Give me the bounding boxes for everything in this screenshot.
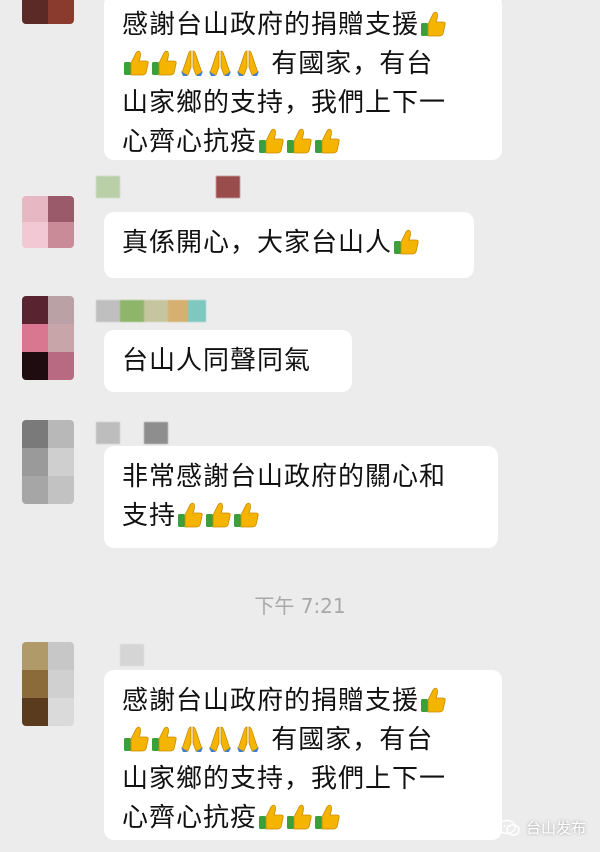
sender-name <box>96 644 144 666</box>
sender-name <box>96 422 168 444</box>
avatar[interactable] <box>22 642 74 726</box>
avatar[interactable] <box>22 196 74 248</box>
watermark: 台山发布 <box>498 817 586 838</box>
avatar[interactable] <box>22 0 74 24</box>
thumbs-up-icon <box>151 49 177 77</box>
avatar[interactable] <box>22 296 74 380</box>
message-bubble[interactable]: 感謝台山政府的捐贈支援 有國家，有台 山家鄉的支持，我們上下一 心齊心抗疫 <box>104 0 502 160</box>
thumbs-up-icon <box>314 127 340 155</box>
thumbs-up-icon <box>233 501 259 529</box>
message-bubble[interactable]: 感謝台山政府的捐贈支援 有國家，有台 山家鄉的支持，我們上下一 心齊心抗疫 <box>104 670 502 840</box>
message-text: 感謝台山政府的捐贈支援 有國家，有台 山家鄉的支持，我們上下一 心齊心抗疫 <box>122 10 447 157</box>
pray-icon <box>235 725 261 753</box>
pray-icon <box>207 725 233 753</box>
thumbs-up-icon <box>123 725 149 753</box>
thumbs-up-icon <box>123 49 149 77</box>
pray-icon <box>179 725 205 753</box>
message-bubble[interactable]: 非常感謝台山政府的關心和 支持 <box>104 446 498 548</box>
pray-icon <box>235 49 261 77</box>
message-text: 真係開心，大家台山人 <box>122 224 456 263</box>
sender-name <box>96 176 240 198</box>
message-bubble[interactable]: 台山人同聲同氣 <box>104 330 352 392</box>
thumbs-up-icon <box>420 686 446 714</box>
message-text: 台山人同聲同氣 <box>122 346 312 376</box>
pray-icon <box>179 49 205 77</box>
thumbs-up-icon <box>393 228 419 256</box>
message-text: 非常感謝台山政府的關心和 支持 <box>122 462 447 531</box>
wechat-icon <box>498 819 520 836</box>
thumbs-up-icon <box>420 10 446 38</box>
thumbs-up-icon <box>151 725 177 753</box>
thumbs-up-icon <box>286 127 312 155</box>
message-bubble[interactable]: 真係開心，大家台山人 <box>104 212 474 278</box>
thumbs-up-icon <box>258 127 284 155</box>
thumbs-up-icon <box>205 501 231 529</box>
message-text: 感謝台山政府的捐贈支援 有國家，有台 山家鄉的支持，我們上下一 心齊心抗疫 <box>122 686 447 833</box>
thumbs-up-icon <box>177 501 203 529</box>
thumbs-up-icon <box>286 803 312 831</box>
pray-icon <box>207 49 233 77</box>
thumbs-up-icon <box>258 803 284 831</box>
avatar[interactable] <box>22 420 74 504</box>
thumbs-up-icon <box>314 803 340 831</box>
sender-name <box>96 300 206 322</box>
watermark-label: 台山发布 <box>525 819 586 837</box>
timestamp: 下午 7:21 <box>254 594 346 618</box>
